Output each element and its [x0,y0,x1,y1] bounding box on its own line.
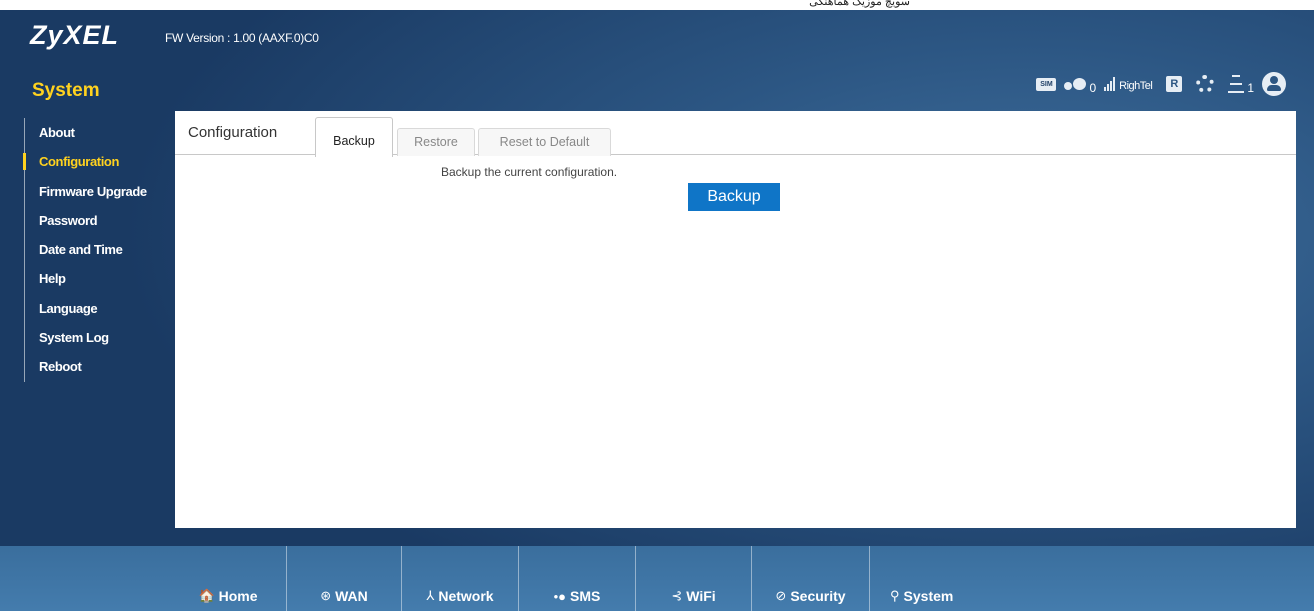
system-icon: ⚲ [890,588,900,603]
shield-icon: ⊘ [775,588,787,603]
nav-wan[interactable]: ⊛ WAN [287,546,402,611]
nav-wifi[interactable]: ⊰ WiFi [636,546,752,611]
nav-home-label: Home [218,588,258,604]
nav-sms-label: SMS [570,588,601,604]
sidebar-item-date-and-time[interactable]: Date and Time [25,235,174,264]
status-bar: SIM 0 RighTel R 1 [1036,70,1286,98]
sidebar-item-password[interactable]: Password [25,206,174,235]
bottom-nav: 🏠 Home ⊛ WAN ⅄ Network •● SMS ⊰ WiFi ⊘ S… [170,546,990,611]
wifi-clients-icon[interactable] [1228,75,1245,93]
nav-wan-label: WAN [335,588,368,604]
nav-sms[interactable]: •● SMS [519,546,636,611]
config-panel: Configuration Backup Restore Reset to De… [175,111,1296,528]
nav-system[interactable]: ⚲ System [870,546,990,611]
roaming-label: R [1170,78,1179,90]
sms-nav-icon: •● [553,589,567,604]
wifi-icon: ⊰ [671,588,683,603]
sim-icon: SIM [1036,77,1057,91]
signal-icon [1104,77,1116,91]
operator-name: RighTel [1119,80,1153,92]
top-strip: ﺳﻮﯾﭻ ﻣﻮﺯﯾﮏ ﻫﻤﺎﻫﻨﮕﯽ [0,0,1314,10]
tab-reset-to-default[interactable]: Reset to Default [478,128,611,156]
home-icon: 🏠 [198,588,215,603]
sidebar: About Configuration Firmware Upgrade Pas… [23,118,174,382]
sidebar-item-language[interactable]: Language [25,294,174,323]
sidebar-item-help[interactable]: Help [25,264,174,293]
tab-backup[interactable]: Backup [315,117,393,157]
top-strip-text: ﺳﻮﯾﭻ ﻣﻮﺯﯾﮏ ﻫﻤﺎﻫﻨﮕﯽ [809,0,910,8]
sidebar-item-configuration[interactable]: Configuration [23,147,174,176]
sidebar-item-reboot[interactable]: Reboot [25,352,174,381]
wifi-client-count: 1 [1247,81,1254,95]
sidebar-item-firmware-upgrade[interactable]: Firmware Upgrade [25,177,174,206]
nav-security-label: Security [790,588,846,604]
backup-button[interactable]: Backup [688,183,780,211]
sim-label: SIM [1040,80,1053,88]
sms-count: 0 [1089,81,1097,95]
sms-icon[interactable] [1064,78,1087,90]
network-icon: ⅄ [426,588,435,603]
sidebar-item-system-log[interactable]: System Log [25,323,174,352]
nav-network-label: Network [438,588,494,604]
section-title: System [32,80,100,101]
gear-icon[interactable] [1196,75,1215,93]
nav-security[interactable]: ⊘ Security [752,546,870,611]
firmware-version: FW Version : 1.00 (AAXF.0)C0 [165,31,319,45]
globe-icon: ⊛ [320,588,332,603]
nav-system-label: System [903,588,954,604]
backup-description: Backup the current configuration. [441,165,618,179]
roaming-icon: R [1166,76,1183,92]
tab-bar: Configuration Backup Restore Reset to De… [175,111,1296,157]
bottom-nav-bar: 🏠 Home ⊛ WAN ⅄ Network •● SMS ⊰ WiFi ⊘ S… [0,546,1314,611]
app-window: ﺳﻮﯾﭻ ﻣﻮﺯﯾﮏ ﻫﻤﺎﻫﻨﮕﯽ ZyXEL FW Version : 1.… [0,0,1314,611]
nav-home[interactable]: 🏠 Home [170,546,287,611]
nav-network[interactable]: ⅄ Network [402,546,519,611]
sidebar-item-about[interactable]: About [25,118,174,147]
nav-wifi-label: WiFi [686,588,716,604]
panel-heading: Configuration [188,124,278,141]
tab-restore[interactable]: Restore [397,128,475,156]
zyxel-logo: ZyXEL [30,20,120,50]
user-icon[interactable] [1262,72,1286,96]
